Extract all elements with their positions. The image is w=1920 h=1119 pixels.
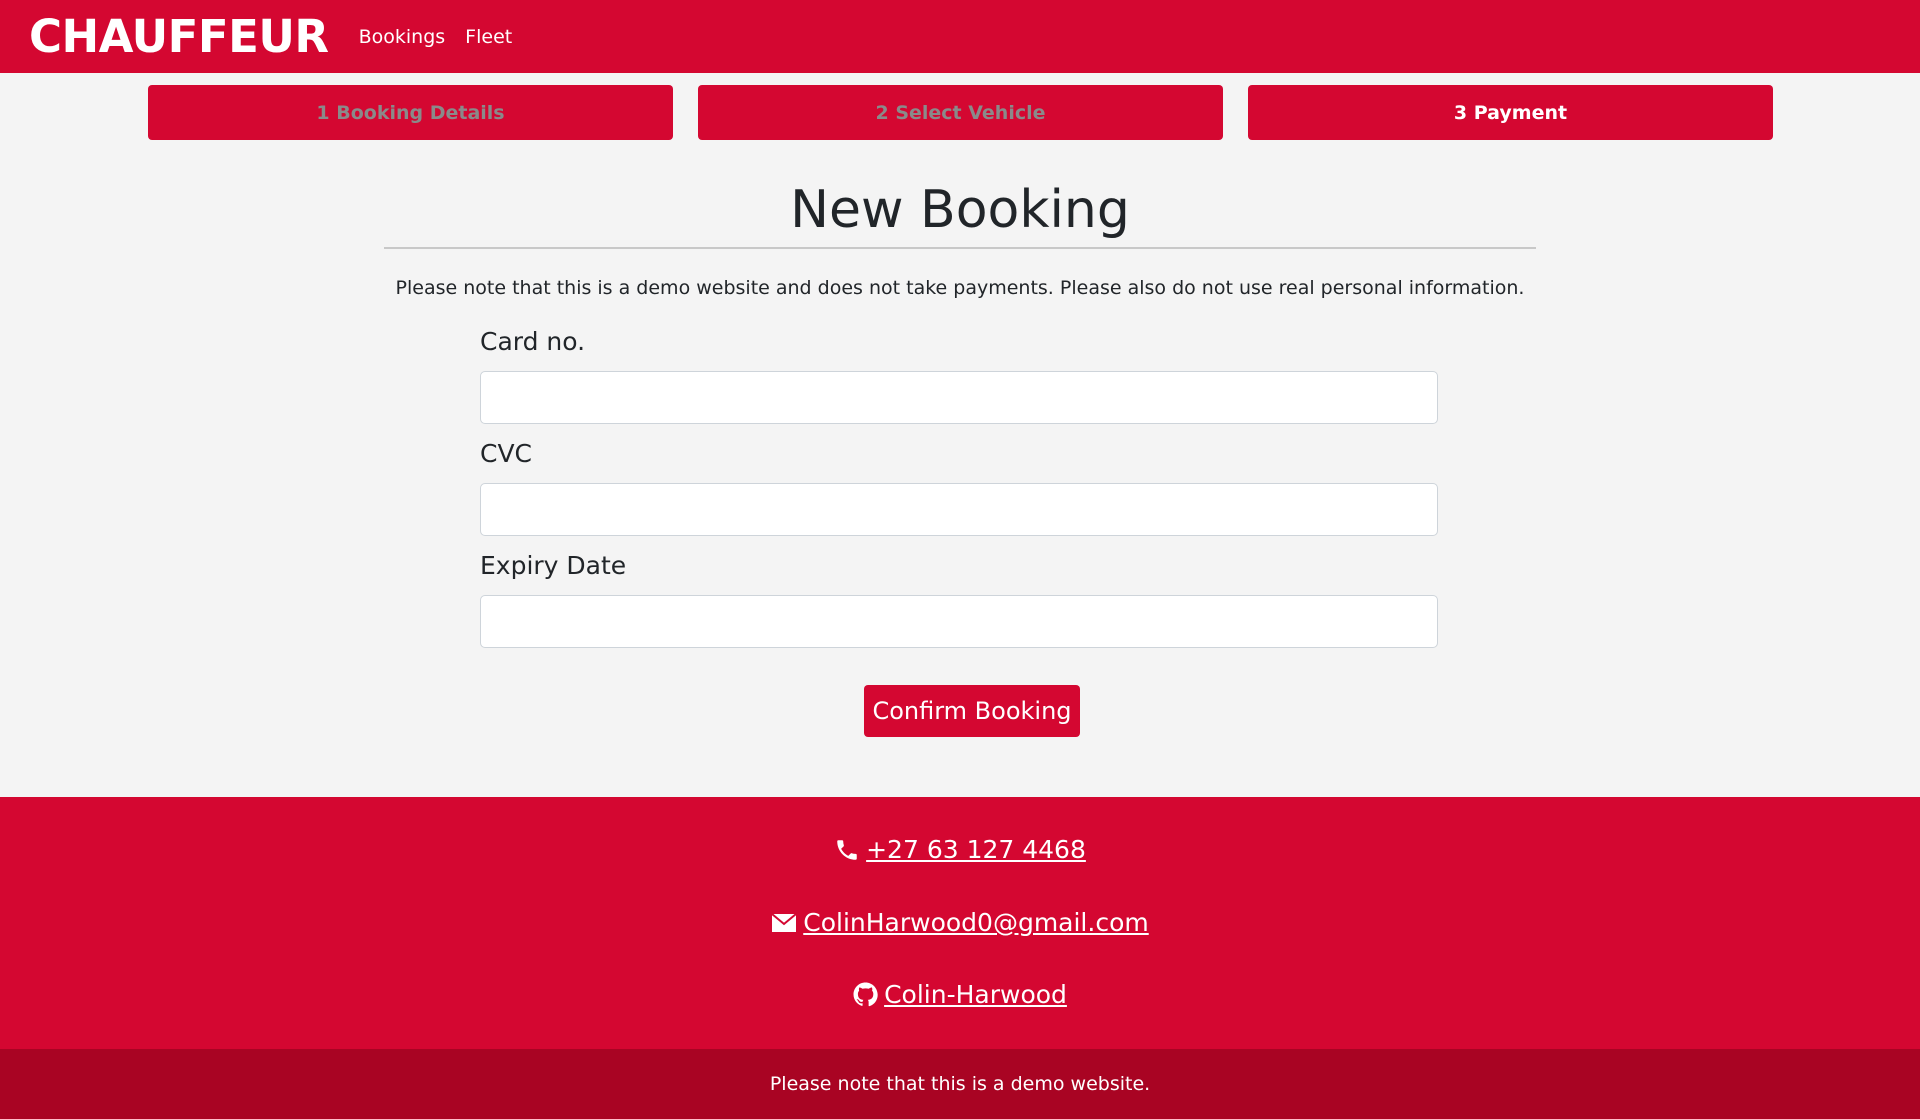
cvc-field[interactable] [480,483,1438,536]
step-label: 3 Payment [1453,101,1568,124]
title-divider [384,247,1536,249]
footer: +27 63 127 4468 ColinHarwood0@gmail.com … [0,797,1920,1049]
phone-icon [837,839,857,860]
cvc-label: CVC [480,439,533,468]
step-label: 1 Booking Details [316,101,505,124]
footer-bottom-bar: Please note that this is a demo website. [0,1049,1920,1119]
expiry-date-label: Expiry Date [480,551,627,580]
email-row: ColinHarwood0@gmail.com [0,908,1920,937]
brand-logo[interactable]: CHAUFFEUR [29,14,329,59]
github-username: Colin-Harwood [884,980,1067,1009]
phone-link[interactable]: +27 63 127 4468 [834,835,1086,864]
phone-row: +27 63 127 4468 [0,835,1920,864]
github-row: Colin-Harwood [0,980,1920,1009]
envelope-icon [771,912,797,932]
demo-notice: Please note that this is a demo website … [395,277,1525,299]
step-booking-details[interactable]: 1 Booking Details [148,85,673,140]
step-select-vehicle[interactable]: 2 Select Vehicle [698,85,1223,140]
card-number-label: Card no. [480,327,586,356]
footer-demo-note: Please note that this is a demo website. [769,1073,1151,1095]
github-link[interactable]: Colin-Harwood [853,980,1067,1009]
nav-link-fleet[interactable]: Fleet [465,26,512,48]
email-address: ColinHarwood0@gmail.com [803,908,1149,937]
phone-number: +27 63 127 4468 [866,835,1086,864]
page-title: New Booking [790,180,1130,240]
navbar: CHAUFFEUR Bookings Fleet [0,0,1920,73]
expiry-date-field[interactable] [480,595,1438,648]
step-label: 2 Select Vehicle [875,101,1046,124]
booking-steps: 1 Booking Details 2 Select Vehicle 3 Pay… [148,85,1773,140]
nav-link-bookings[interactable]: Bookings [359,26,446,48]
step-payment[interactable]: 3 Payment [1248,85,1773,140]
github-icon [853,982,878,1007]
email-link[interactable]: ColinHarwood0@gmail.com [771,908,1149,937]
card-number-field[interactable] [480,371,1438,424]
confirm-booking-button[interactable]: Confirm Booking [864,685,1080,737]
